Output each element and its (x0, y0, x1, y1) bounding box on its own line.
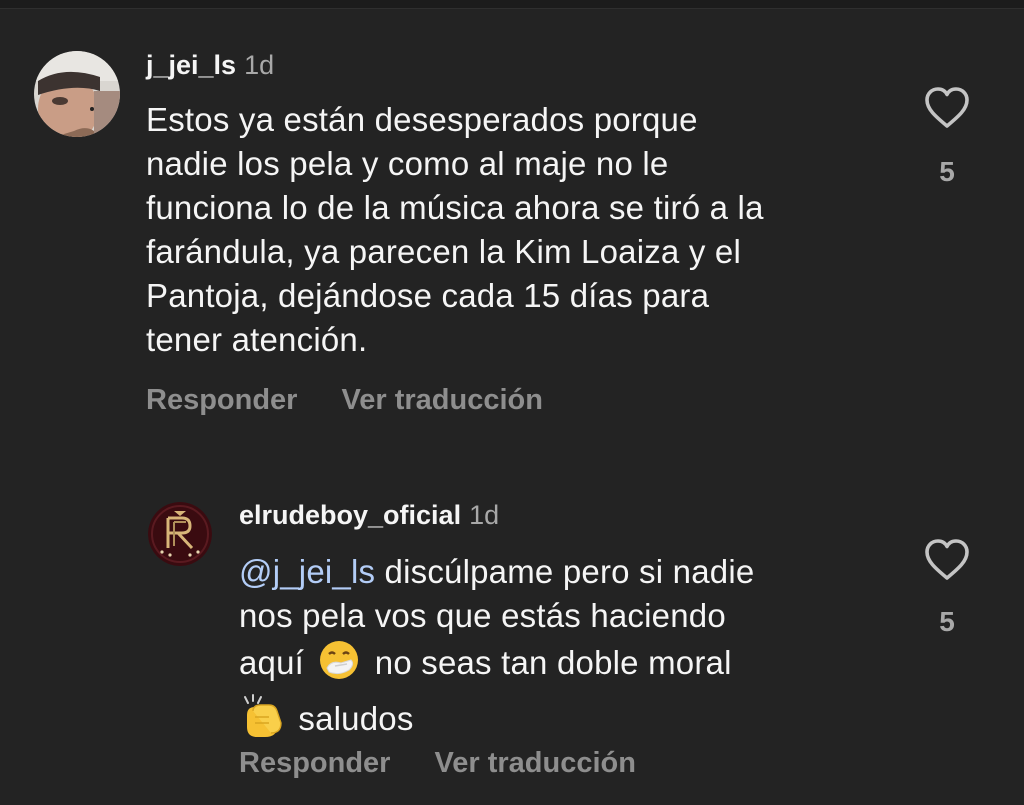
comment-header: elrudeboy_oficial 1d (239, 500, 499, 531)
sneezing-face-icon (320, 641, 359, 679)
comment-text: @j_jei_ls discúlpame pero si nadie nos p… (239, 550, 919, 750)
comment-line: @j_jei_ls discúlpame pero si nadie (239, 550, 919, 594)
heart-outline-icon (925, 539, 969, 580)
comment-line: Pantoja, dejándose cada 15 días para (146, 277, 710, 314)
username[interactable]: elrudeboy_oficial (239, 500, 461, 530)
comment-actions: Responder Ver traducción (239, 747, 636, 780)
avatar-logo (148, 502, 212, 566)
avatar-photo (34, 51, 120, 137)
comment-line: farándula, ya parecen la Kim Loaiza y el (146, 233, 742, 270)
like-button[interactable] (922, 538, 972, 587)
avatar[interactable] (34, 51, 120, 137)
comment-line: nos pela vos que estás haciendo (239, 597, 726, 634)
comment-header: j_jei_ls 1d (146, 50, 274, 81)
comment-line: aquí no seas tan doble moral (239, 638, 919, 693)
comment-line: Estos ya están desesperados porque (146, 101, 698, 138)
reply-button[interactable]: Responder (239, 747, 390, 779)
translate-button[interactable]: Ver traducción (434, 747, 635, 779)
like-count: 5 (939, 156, 955, 187)
username[interactable]: j_jei_ls (146, 50, 236, 80)
mention-link[interactable]: @j_jei_ls (239, 553, 375, 590)
comment-actions: Responder Ver traducción (146, 384, 543, 417)
comment-elrudeboy-oficial: elrudeboy_oficial 1d @j_jei_ls discúlpame… (0, 440, 1024, 805)
like-count: 5 (939, 606, 955, 637)
clapping-hands-emoji (239, 693, 285, 750)
reply-button[interactable]: Responder (146, 384, 297, 416)
heart-outline-icon (925, 87, 969, 128)
timestamp: 1d (244, 50, 275, 80)
like-button[interactable] (922, 86, 972, 135)
comment-text-segment: aquí (239, 644, 305, 682)
sneezing-face-emoji (317, 638, 361, 693)
comment-text: Estos ya están desesperados porque nadie… (146, 98, 906, 362)
translate-button[interactable]: Ver traducción (341, 384, 542, 416)
timestamp: 1d (469, 500, 500, 530)
avatar[interactable] (148, 502, 212, 566)
comment-text-segment: no seas tan doble moral (374, 644, 732, 682)
clapping-hands-icon (244, 694, 282, 737)
comment-line: saludos (239, 693, 919, 750)
comment-j-jei-ls: j_jei_ls 1d Estos ya están desesperados p… (0, 0, 1024, 440)
comment-text-segment: saludos (298, 700, 414, 738)
comment-line: funciona lo de la música ahora se tiró a… (146, 189, 764, 226)
comment-line: tener atención. (146, 321, 368, 358)
comment-line: nadie los pela y como al maje no le (146, 145, 669, 182)
comment-text-segment: discúlpame pero si nadie (375, 553, 755, 590)
